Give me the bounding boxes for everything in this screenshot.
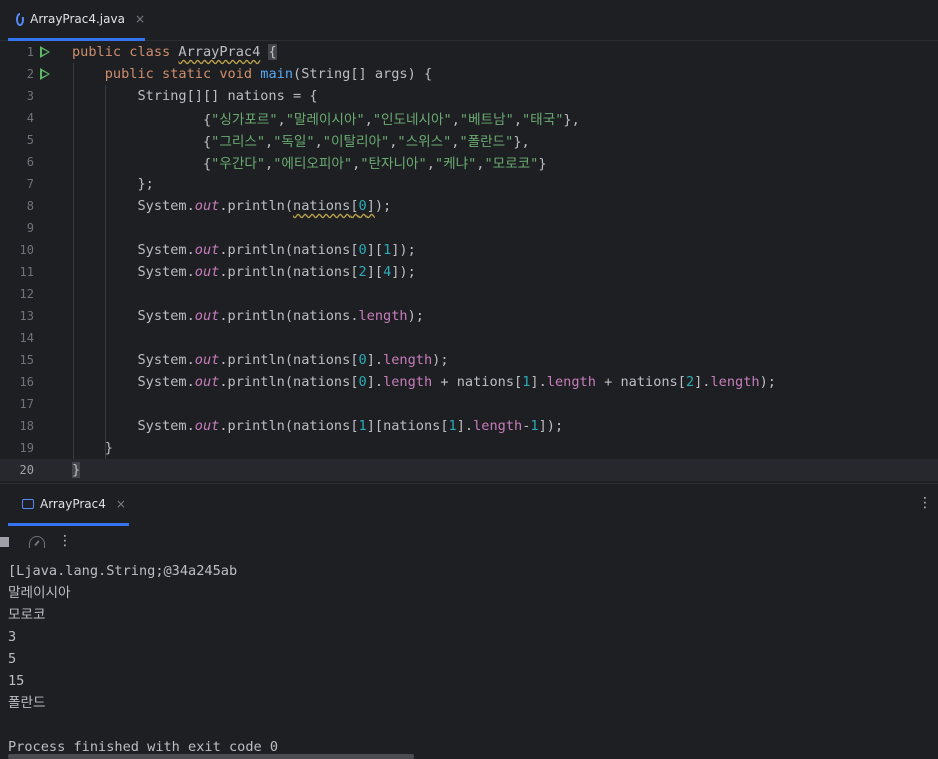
line-number: 9 bbox=[26, 221, 34, 235]
console-icon bbox=[22, 498, 34, 509]
code-line: 2 public static void main(String[] args)… bbox=[0, 63, 938, 85]
code-line: 3 String[][] nations = { bbox=[0, 85, 938, 107]
line-number: 20 bbox=[19, 463, 34, 477]
line-number: 10 bbox=[19, 243, 34, 257]
line-number: 18 bbox=[19, 419, 34, 433]
line-number: 1 bbox=[26, 45, 34, 59]
console-output[interactable]: [Ljava.lang.String;@34a245ab 말레이시아 모로코 3… bbox=[0, 560, 938, 759]
editor-tab-bar: ArrayPrac4.java × bbox=[0, 0, 938, 41]
code-line: 10 System.out.println(nations[0][1]); bbox=[0, 239, 938, 261]
console-line: 5 bbox=[8, 651, 17, 667]
code-editor[interactable]: 1 public class ArrayPrac4 { 2 public sta… bbox=[0, 41, 938, 482]
close-icon[interactable]: × bbox=[135, 12, 145, 26]
run-tool-window-header: ArrayPrac4 × ⋮ bbox=[0, 483, 938, 527]
line-number: 17 bbox=[19, 397, 34, 411]
console-line: 15 bbox=[8, 673, 25, 689]
line-number: 2 bbox=[26, 67, 34, 81]
code-line: 4 {"싱가포르","말레이시아","인도네시아","베트남","태국"}, bbox=[0, 107, 938, 129]
line-number: 11 bbox=[19, 265, 34, 279]
code-line: 12 bbox=[0, 283, 938, 305]
horizontal-scrollbar[interactable] bbox=[8, 754, 414, 759]
editor-tab-arrayprac4[interactable]: ArrayPrac4.java × bbox=[8, 0, 145, 41]
console-line: [Ljava.lang.String;@34a245ab bbox=[8, 563, 238, 579]
run-toolbar: ⋮ bbox=[0, 526, 938, 560]
console-line: 3 bbox=[8, 629, 17, 645]
console-line: 폴란드 bbox=[8, 695, 46, 711]
code-line: 1 public class ArrayPrac4 { bbox=[0, 41, 938, 63]
line-number: 16 bbox=[19, 375, 34, 389]
line-number: 3 bbox=[26, 89, 34, 103]
code-line: 15 System.out.println(nations[0].length)… bbox=[0, 349, 938, 371]
stop-icon[interactable] bbox=[0, 537, 9, 547]
run-tab-arrayprac4[interactable]: ArrayPrac4 × bbox=[8, 484, 129, 526]
code-line: 9 bbox=[0, 217, 938, 239]
code-line: 8 System.out.println(nations[0]); bbox=[0, 195, 938, 217]
code-line: 6 {"우간다","에티오피아","탄자니아","케냐","모로코"} bbox=[0, 151, 938, 173]
code-line: 11 System.out.println(nations[2][4]); bbox=[0, 261, 938, 283]
more-options-icon[interactable]: ⋮ bbox=[58, 534, 72, 548]
line-number: 12 bbox=[19, 287, 34, 301]
code-line: 5 {"그리스","독일","이탈리아","스위스","폴란드"}, bbox=[0, 129, 938, 151]
java-class-icon bbox=[16, 11, 26, 26]
code-line: 7 }; bbox=[0, 173, 938, 195]
close-icon[interactable]: × bbox=[116, 497, 126, 511]
more-options-icon[interactable]: ⋮ bbox=[918, 496, 932, 510]
profiler-icon[interactable] bbox=[29, 536, 45, 548]
editor-tab-label: ArrayPrac4.java bbox=[30, 12, 125, 26]
line-number: 19 bbox=[19, 441, 34, 455]
line-number: 6 bbox=[26, 155, 34, 169]
line-number: 15 bbox=[19, 353, 34, 367]
run-icon[interactable] bbox=[40, 46, 50, 58]
line-number: 14 bbox=[19, 331, 34, 345]
line-number: 4 bbox=[26, 111, 34, 125]
line-number: 13 bbox=[19, 309, 34, 323]
code-line: 16 System.out.println(nations[0].length … bbox=[0, 371, 938, 393]
code-line: 18 System.out.println(nations[1][nations… bbox=[0, 415, 938, 437]
run-icon[interactable] bbox=[40, 68, 50, 80]
code-line: 13 System.out.println(nations.length); bbox=[0, 305, 938, 327]
line-number: 5 bbox=[26, 133, 34, 147]
console-line: 말레이시아 bbox=[8, 585, 71, 601]
line-number: 8 bbox=[26, 199, 34, 213]
code-line: 17 bbox=[0, 393, 938, 415]
line-number: 7 bbox=[26, 177, 34, 191]
code-line: 14 bbox=[0, 327, 938, 349]
console-line: 모로코 bbox=[8, 607, 46, 623]
run-tab-label: ArrayPrac4 bbox=[40, 496, 106, 511]
code-line-current: 20 } bbox=[0, 459, 938, 481]
code-line: 19 } bbox=[0, 437, 938, 459]
